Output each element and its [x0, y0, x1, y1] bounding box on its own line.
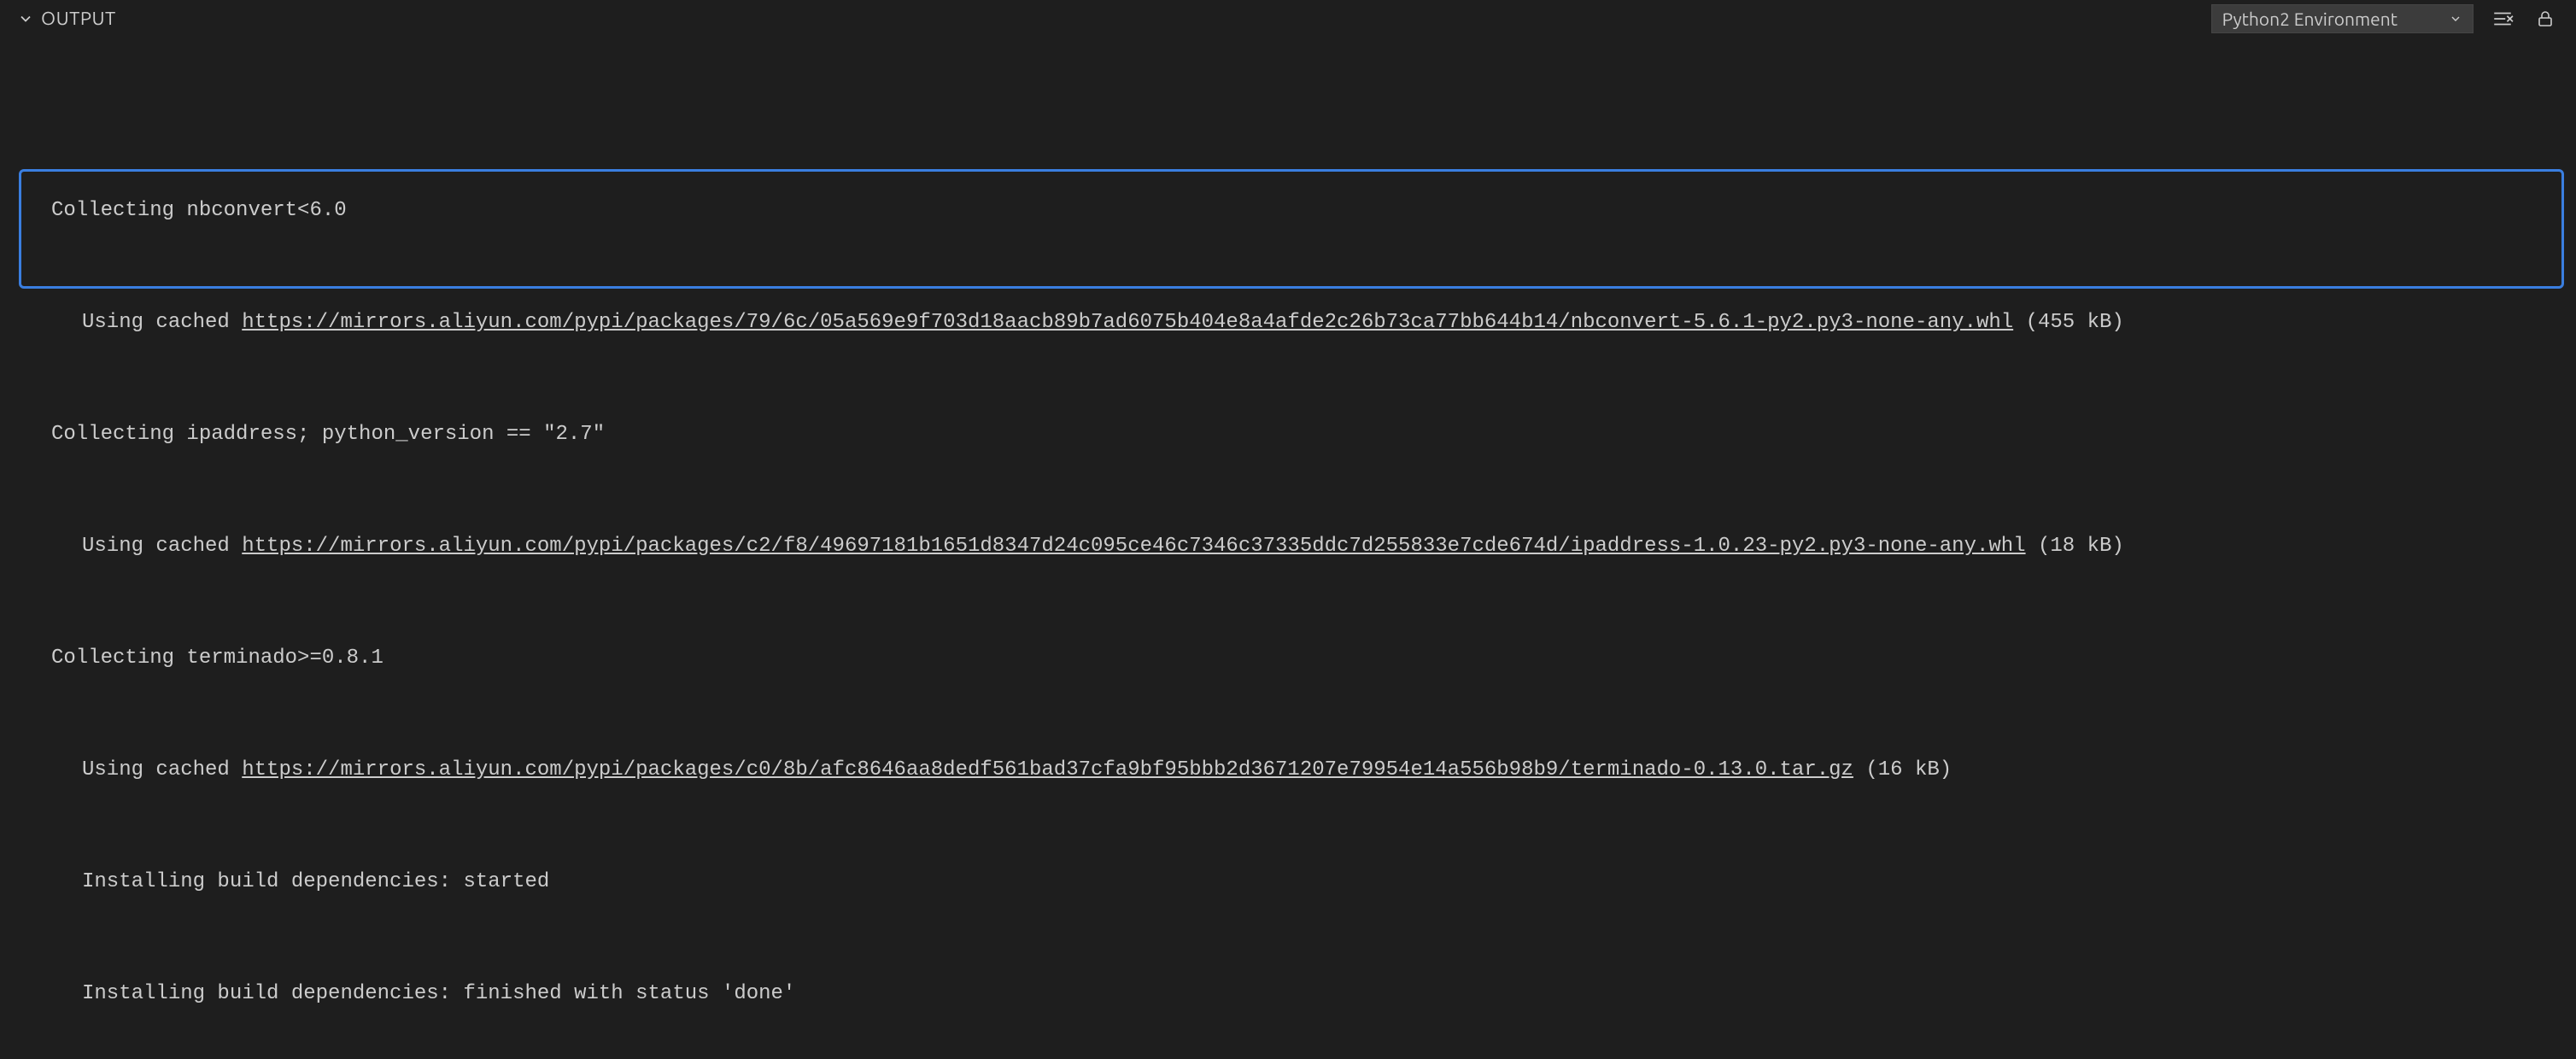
log-line: Collecting nbconvert<6.0 — [51, 192, 2567, 230]
log-line: Collecting ipaddress; python_version == … — [51, 416, 2567, 453]
lock-scroll-icon[interactable] — [2532, 5, 2559, 32]
panel-title: OUTPUT — [41, 8, 116, 29]
clear-output-icon[interactable] — [2489, 5, 2516, 32]
log-line: Installing build dependencies: finished … — [51, 975, 2567, 1013]
log-line: Collecting terminado>=0.8.1 — [51, 640, 2567, 677]
output-channel-dropdown[interactable]: Python2 Environment — [2211, 4, 2474, 33]
selection-highlight — [19, 169, 2564, 289]
chevron-down-icon[interactable] — [17, 10, 34, 27]
log-url[interactable]: https://mirrors.aliyun.com/pypi/packages… — [242, 758, 1853, 781]
log-line: Using cached https://mirrors.aliyun.com/… — [51, 528, 2567, 565]
header-actions: Python2 Environment — [2211, 4, 2559, 33]
log-url[interactable]: https://mirrors.aliyun.com/pypi/packages… — [242, 535, 2025, 558]
output-panel-header: OUTPUT Python2 Environment — [0, 0, 2576, 38]
dropdown-label: Python2 Environment — [2222, 9, 2397, 29]
log-url[interactable]: https://mirrors.aliyun.com/pypi/packages… — [242, 311, 2013, 334]
chevron-down-icon — [2449, 12, 2462, 26]
log-line: Using cached https://mirrors.aliyun.com/… — [51, 752, 2567, 789]
output-body[interactable]: Collecting nbconvert<6.0 Using cached ht… — [0, 38, 2576, 1059]
log-line: Installing build dependencies: started — [51, 863, 2567, 901]
log-line: Using cached https://mirrors.aliyun.com/… — [51, 304, 2567, 342]
